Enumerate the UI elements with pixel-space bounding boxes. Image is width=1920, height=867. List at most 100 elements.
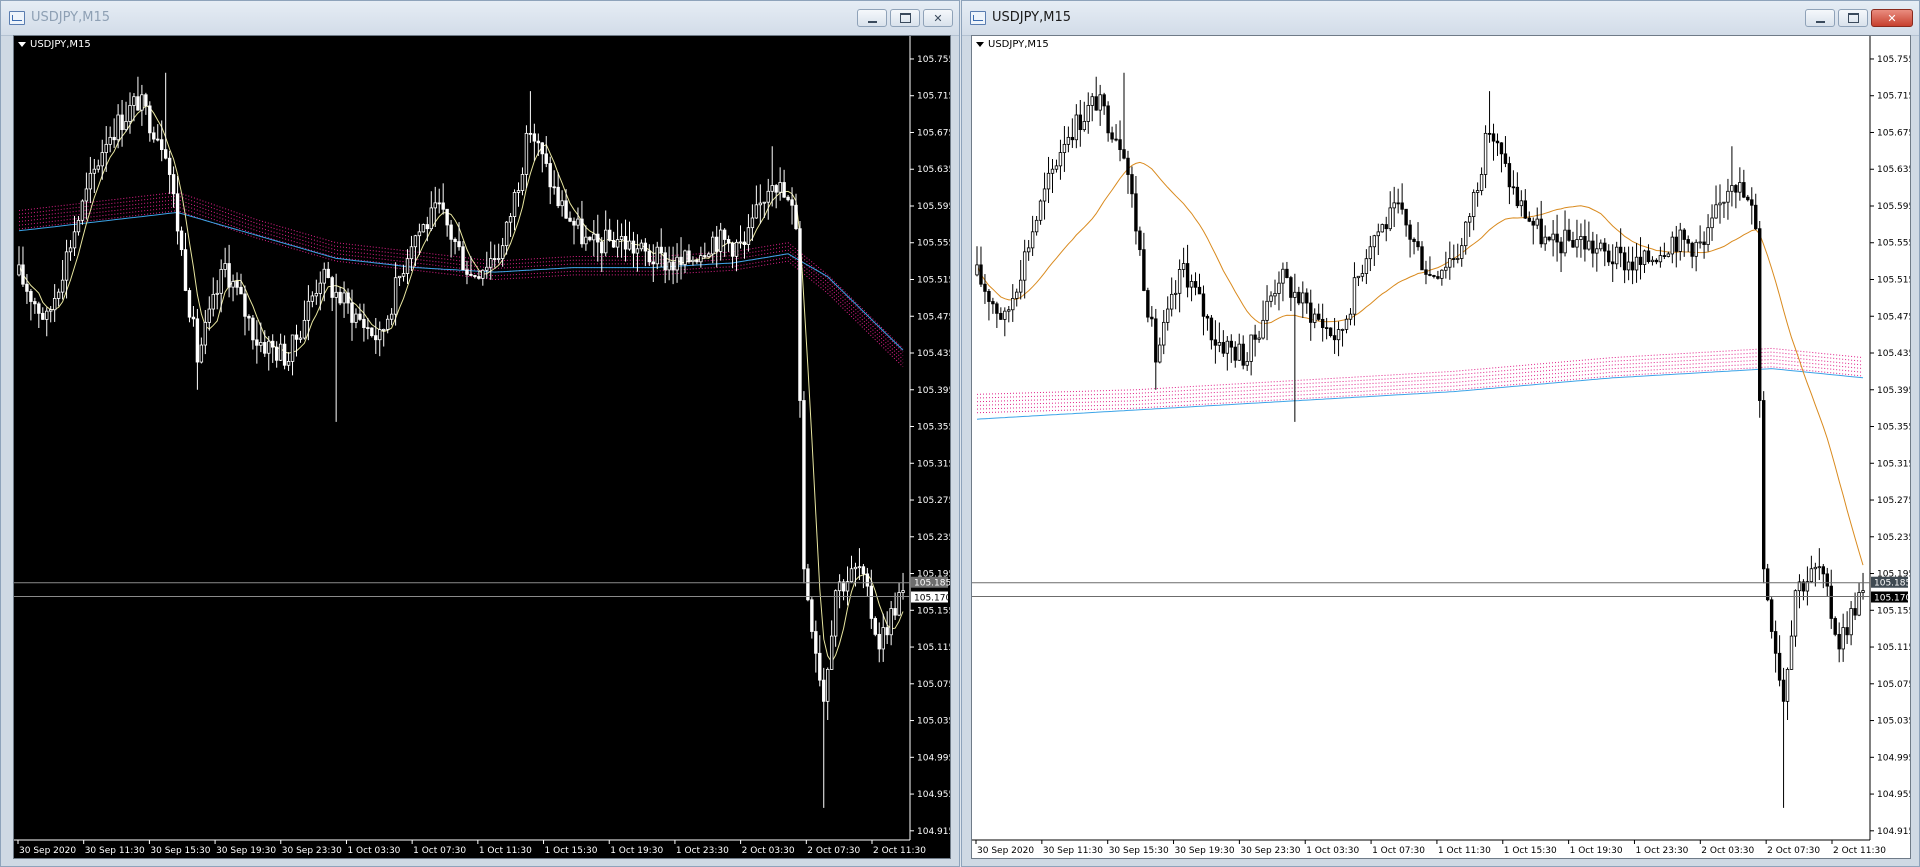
chart-window-left[interactable]: USDJPY,M15 ✕ 105.755 105.715 105.675 105.63… xyxy=(0,0,960,867)
time-tick-label: 1 Oct 11:30 xyxy=(1438,846,1491,856)
price-tick-label: 105.515 xyxy=(1877,275,1910,285)
window-titlebar[interactable]: USDJPY,M15 ✕ xyxy=(962,1,1919,36)
window-titlebar[interactable]: USDJPY,M15 ✕ xyxy=(1,1,959,36)
window-title: USDJPY,M15 xyxy=(31,10,110,25)
maximize-icon xyxy=(1847,13,1859,23)
time-tick-label: 30 Sep 11:30 xyxy=(1043,846,1103,856)
time-tick-label: 1 Oct 03:30 xyxy=(1306,846,1359,856)
price-tick-label: 105.675 xyxy=(1877,128,1910,138)
price-tick-label: 104.955 xyxy=(917,790,950,800)
price-tick-label: 105.635 xyxy=(1877,165,1910,175)
candle xyxy=(802,391,806,584)
price-tick-label: 105.435 xyxy=(917,349,950,359)
chart-symbol-label[interactable]: USDJPY,M15 xyxy=(18,39,91,50)
chart-window-right[interactable]: USDJPY,M15 ✕ 105.755 105.715 105.675 105.63… xyxy=(961,0,1920,867)
price-tick-label: 105.075 xyxy=(1877,680,1910,690)
minimize-button[interactable] xyxy=(1805,9,1835,27)
price-tick-label: 105.635 xyxy=(917,165,950,175)
ask-price-label: 105.185 xyxy=(914,579,950,589)
minimize-button[interactable] xyxy=(857,9,887,27)
time-tick-label: 30 Sep 15:30 xyxy=(1109,846,1169,856)
time-tick-label: 1 Oct 15:30 xyxy=(1504,846,1557,856)
close-icon: ✕ xyxy=(1887,11,1897,25)
price-tick-label: 105.235 xyxy=(917,533,950,543)
chart-area[interactable]: 105.755 105.715 105.675 105.635 105.595 105.5… xyxy=(971,35,1911,859)
price-tick-label: 105.315 xyxy=(1877,459,1910,469)
price-tick-label: 105.475 xyxy=(917,312,950,322)
price-tick-label: 105.275 xyxy=(917,496,950,506)
price-tick-label: 104.995 xyxy=(917,753,950,763)
candle xyxy=(798,220,802,418)
price-tick-label: 104.995 xyxy=(1877,753,1910,763)
candle xyxy=(1380,223,1384,233)
time-tick-label: 1 Oct 23:30 xyxy=(676,846,729,856)
time-tick-label: 1 Oct 15:30 xyxy=(545,846,598,856)
ask-price-label: 105.185 xyxy=(1874,579,1910,589)
maximize-button[interactable] xyxy=(1838,9,1868,27)
candle xyxy=(1328,327,1333,338)
close-icon: ✕ xyxy=(933,11,943,25)
time-tick-label: 2 Oct 11:30 xyxy=(1833,846,1886,856)
time-tick-label: 2 Oct 07:30 xyxy=(807,846,860,856)
price-tick-label: 105.235 xyxy=(1877,533,1910,543)
time-tick-label: 30 Sep 2020 xyxy=(977,846,1034,856)
price-tick-label: 105.075 xyxy=(917,680,950,690)
dropdown-triangle-icon xyxy=(976,42,984,47)
price-tick-label: 105.435 xyxy=(1877,349,1910,359)
candle xyxy=(187,287,192,323)
time-tick-label: 2 Oct 11:30 xyxy=(873,846,926,856)
window-title: USDJPY,M15 xyxy=(992,10,1071,25)
candle xyxy=(421,223,426,233)
price-chart[interactable]: 105.755 105.715 105.675 105.635 105.595 105.5… xyxy=(972,36,1910,858)
chart-background xyxy=(14,36,950,858)
time-tick-label: 2 Oct 07:30 xyxy=(1767,846,1820,856)
price-tick-label: 105.035 xyxy=(1877,717,1910,727)
bid-price-label: 105.170 xyxy=(914,594,950,604)
price-tick-label: 105.715 xyxy=(1877,92,1910,102)
close-button[interactable]: ✕ xyxy=(1871,9,1913,27)
minimize-icon xyxy=(867,18,877,23)
time-tick-label: 2 Oct 03:30 xyxy=(1701,846,1754,856)
time-tick-label: 1 Oct 07:30 xyxy=(1372,846,1425,856)
price-tick-label: 105.555 xyxy=(1877,239,1910,249)
time-tick-label: 30 Sep 2020 xyxy=(19,846,76,856)
candle xyxy=(873,616,877,637)
price-tick-label: 105.035 xyxy=(917,717,950,727)
chart-area[interactable]: 105.755 105.715 105.675 105.635 105.595 105.5… xyxy=(13,35,951,859)
time-tick-label: 30 Sep 15:30 xyxy=(150,846,210,856)
time-tick-label: 30 Sep 19:30 xyxy=(216,846,276,856)
candle xyxy=(1758,220,1762,418)
time-tick-label: 30 Sep 23:30 xyxy=(282,846,342,856)
price-tick-label: 105.595 xyxy=(1877,202,1910,212)
price-tick-label: 105.475 xyxy=(1877,312,1910,322)
time-tick-label: 30 Sep 11:30 xyxy=(85,846,145,856)
price-tick-label: 104.915 xyxy=(1877,827,1910,837)
time-tick-label: 30 Sep 23:30 xyxy=(1240,846,1300,856)
time-tick-label: 1 Oct 07:30 xyxy=(413,846,466,856)
price-tick-label: 105.755 xyxy=(917,55,950,65)
price-tick-label: 105.115 xyxy=(1877,643,1910,653)
price-tick-label: 105.115 xyxy=(917,643,950,653)
price-tick-label: 105.155 xyxy=(917,606,950,616)
price-tick-label: 104.915 xyxy=(917,827,950,837)
price-tick-label: 105.155 xyxy=(1877,606,1910,616)
price-tick-label: 105.595 xyxy=(917,202,950,212)
price-tick-label: 105.355 xyxy=(917,423,950,433)
price-tick-label: 105.515 xyxy=(917,275,950,285)
close-button[interactable]: ✕ xyxy=(923,9,953,27)
candle xyxy=(1833,616,1837,637)
time-tick-label: 2 Oct 03:30 xyxy=(742,846,795,856)
chart-background xyxy=(972,36,1910,858)
time-tick-label: 1 Oct 19:30 xyxy=(1570,846,1623,856)
time-tick-label: 1 Oct 11:30 xyxy=(479,846,532,856)
price-tick-label: 105.315 xyxy=(917,459,950,469)
chart-symbol-label[interactable]: USDJPY,M15 xyxy=(976,39,1049,50)
chart-window-icon xyxy=(970,11,986,25)
maximize-button[interactable] xyxy=(890,9,920,27)
price-tick-label: 105.275 xyxy=(1877,496,1910,506)
price-chart[interactable]: 105.755 105.715 105.675 105.635 105.595 105.5… xyxy=(14,36,950,858)
price-tick-label: 105.395 xyxy=(917,386,950,396)
time-tick-label: 1 Oct 03:30 xyxy=(347,846,400,856)
price-tick-label: 105.555 xyxy=(917,239,950,249)
dropdown-triangle-icon xyxy=(18,42,26,47)
